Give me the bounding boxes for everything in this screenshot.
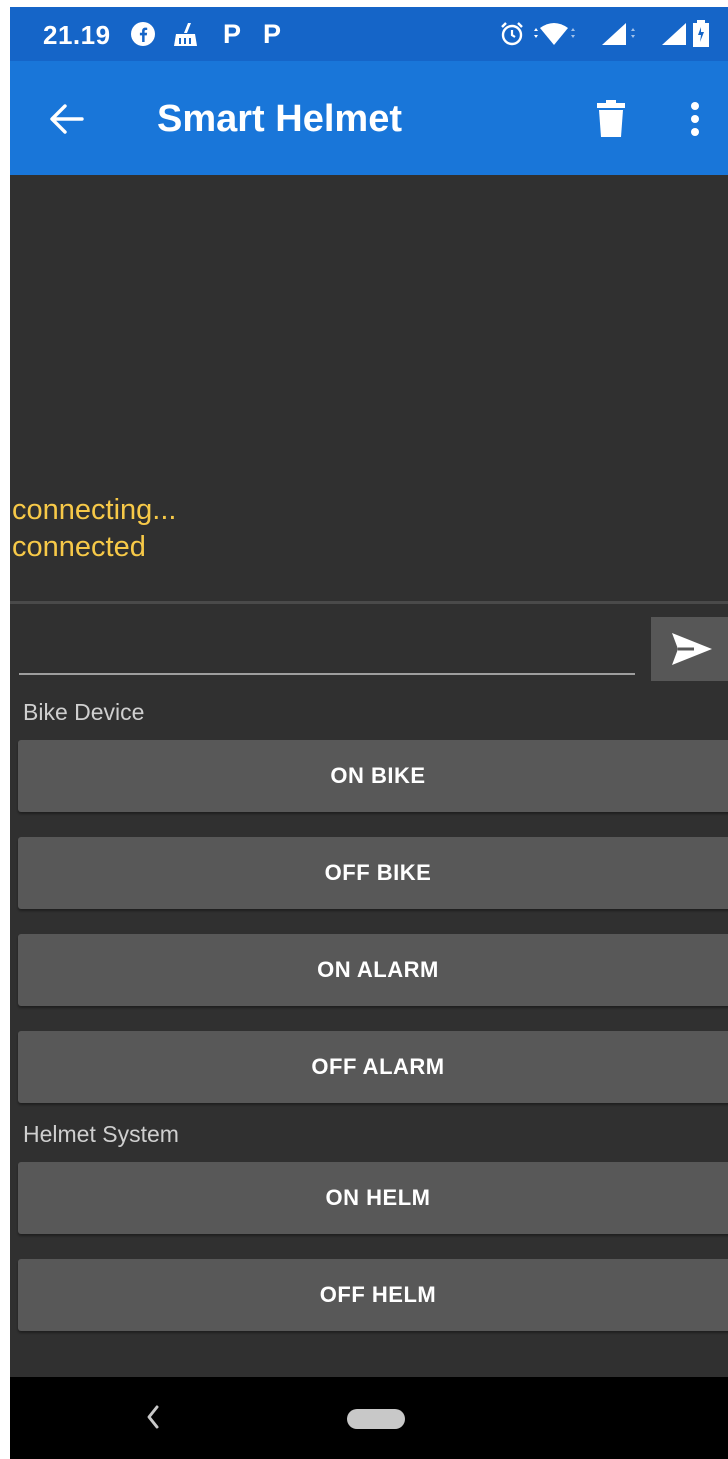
off-helm-button[interactable]: OFF HELM	[18, 1259, 728, 1331]
navigation-bar	[10, 1377, 728, 1459]
terminal-line: connecting...	[12, 494, 177, 526]
signal-icon	[660, 20, 690, 48]
phone-screen: 21.19 P P Smart Helmet connecting... con…	[10, 7, 728, 1459]
more-vertical-icon	[691, 102, 699, 136]
nav-back-button[interactable]	[135, 1399, 171, 1435]
more-options-button[interactable]	[670, 91, 720, 147]
off-bike-button[interactable]: OFF BIKE	[18, 837, 728, 909]
terminal-output: connecting... connected	[10, 175, 728, 600]
battery-icon	[690, 20, 712, 48]
on-bike-button[interactable]: ON BIKE	[18, 740, 728, 812]
chevron-left-icon	[147, 1405, 159, 1429]
alarm-icon	[498, 20, 526, 48]
facebook-icon	[128, 20, 158, 48]
back-button[interactable]	[38, 91, 94, 147]
status-time: 21.19	[43, 20, 111, 50]
cleaner-icon	[170, 20, 200, 48]
p-letter-icon: P	[222, 19, 241, 49]
signal-icon	[600, 20, 644, 48]
section-label-helmet-system: Helmet System	[23, 1121, 179, 1147]
on-helm-button[interactable]: ON HELM	[18, 1162, 728, 1234]
arrow-left-icon	[50, 104, 84, 134]
send-icon	[672, 633, 712, 665]
home-pill-icon[interactable]	[347, 1409, 405, 1429]
status-bar: 21.19 P P	[10, 7, 728, 61]
on-alarm-button[interactable]: ON ALARM	[18, 934, 728, 1006]
send-button[interactable]	[651, 617, 728, 681]
trash-icon	[597, 100, 625, 137]
off-alarm-button[interactable]: OFF ALARM	[18, 1031, 728, 1103]
wifi-icon	[530, 20, 578, 48]
divider	[10, 601, 728, 604]
message-input[interactable]	[19, 619, 635, 675]
terminal-lines: connecting... connected	[12, 492, 176, 566]
delete-button[interactable]	[583, 91, 639, 147]
section-label-bike-device: Bike Device	[23, 699, 145, 725]
app-bar: Smart Helmet	[10, 61, 728, 175]
app-title: Smart Helmet	[157, 98, 402, 140]
terminal-line: connected	[12, 531, 146, 563]
p-letter-icon: P	[262, 19, 281, 49]
